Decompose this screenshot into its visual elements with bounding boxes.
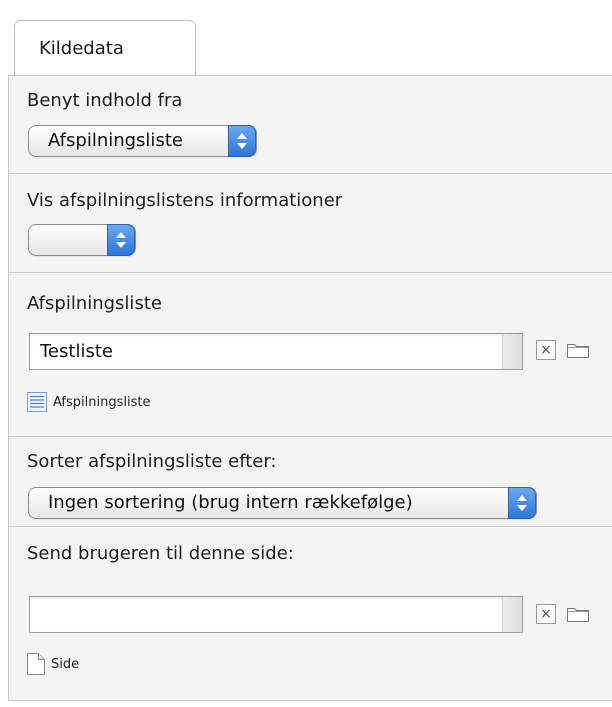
redirect-folder-icon[interactable] [566,605,590,623]
playlist-clear-icon[interactable]: × [536,340,556,360]
field-scrollbar [502,597,522,632]
playlist-field-value: Testliste [40,341,113,362]
tab-kildedata[interactable]: Kildedata [14,20,196,76]
source-data-panel: Benyt indhold fra Afspilningsliste Vis a… [8,75,612,701]
playlist-info-label: Vis afspilningslistens informationer [27,190,343,211]
playlist-label: Afspilningsliste [27,293,162,314]
sort-section: Sorter afspilningsliste efter: Ingen sor… [9,437,612,527]
content-source-select[interactable]: Afspilningsliste [28,125,257,157]
select-arrows-icon [107,224,135,256]
content-source-value: Afspilningsliste [48,130,183,151]
playlist-field[interactable]: Testliste [29,333,523,370]
redirect-record-link[interactable]: Side [27,653,79,675]
content-source-label: Benyt indhold fra [27,90,183,111]
redirect-label: Send brugeren til denne side: [27,543,294,564]
playlist-folder-icon[interactable] [566,341,590,359]
list-record-icon [27,392,47,412]
sort-value: Ingen sortering (brug intern rækkefølge) [48,492,413,513]
page-record-icon [27,653,45,675]
select-arrows-icon [508,487,536,519]
sort-label: Sorter afspilningsliste efter: [27,451,277,472]
playlist-section: Afspilningsliste Testliste × Afspilnings… [9,273,612,437]
sort-select[interactable]: Ingen sortering (brug intern rækkefølge) [28,487,537,519]
redirect-page-field[interactable] [29,596,523,633]
redirect-clear-icon[interactable]: × [536,604,556,624]
select-arrows-icon [228,125,256,157]
playlist-info-select[interactable] [28,224,136,256]
playlist-record-label: Afspilningsliste [53,394,151,410]
tab-bar: Kildedata [0,0,612,76]
redirect-record-label: Side [51,656,80,672]
playlist-info-section: Vis afspilningslistens informationer [9,174,612,273]
content-source-section: Benyt indhold fra Afspilningsliste [9,76,612,174]
playlist-record-link[interactable]: Afspilningsliste [27,392,150,412]
field-scrollbar [502,334,522,369]
redirect-section: Send brugeren til denne side: × Side [9,527,612,702]
